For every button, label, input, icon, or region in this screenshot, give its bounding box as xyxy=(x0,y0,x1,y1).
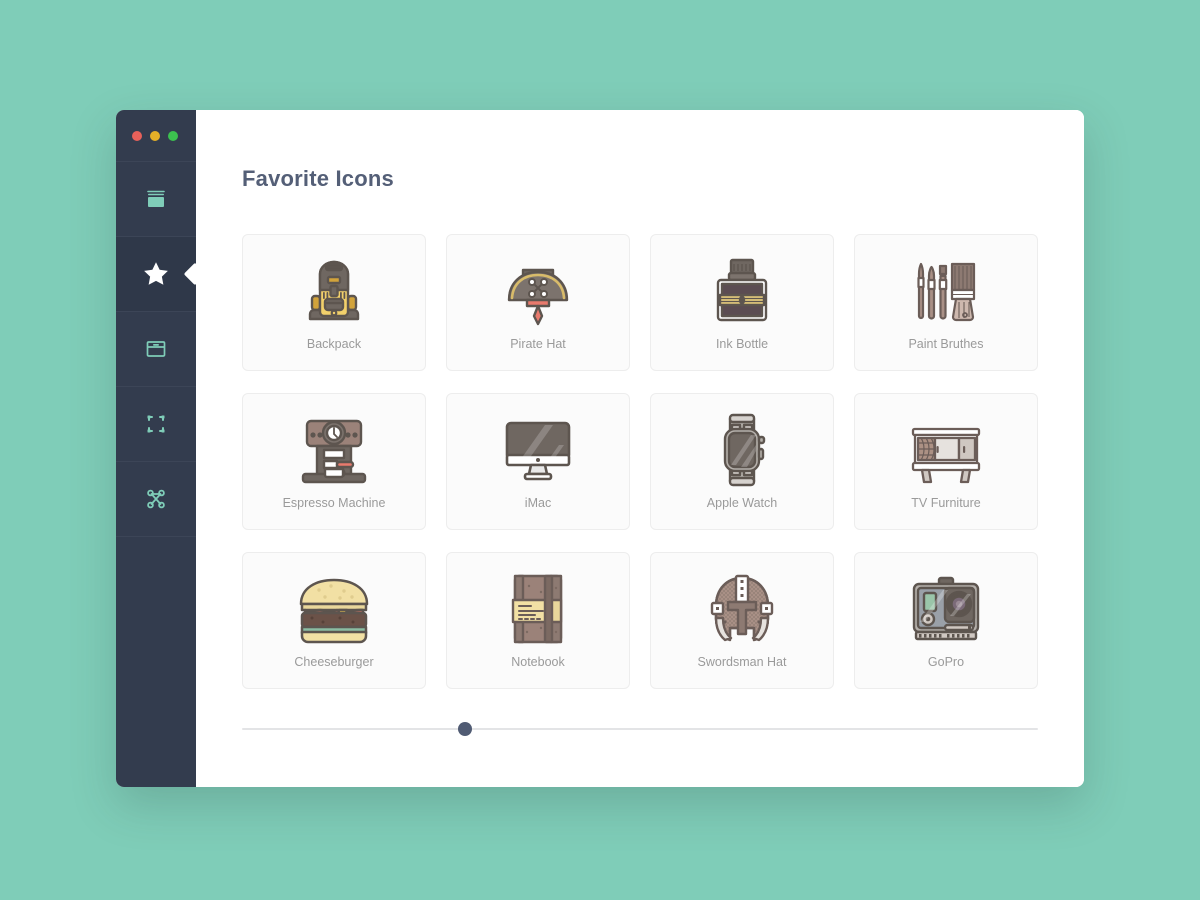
icon-card-gopro[interactable]: GoPro xyxy=(854,552,1038,689)
icon-card-label: Cheeseburger xyxy=(294,655,373,669)
icon-card-paint-brushes[interactable]: Paint Bruthes xyxy=(854,234,1038,371)
icon-card-cheeseburger[interactable]: Cheeseburger xyxy=(242,552,426,689)
library-icon xyxy=(143,186,169,212)
sidebar xyxy=(116,110,196,787)
icon-card-pirate-hat[interactable]: Pirate Hat xyxy=(446,234,630,371)
icon-card-swordsman-hat[interactable]: Swordsman Hat xyxy=(650,552,834,689)
sidebar-item-nodes[interactable] xyxy=(116,462,196,537)
sidebar-item-archive[interactable] xyxy=(116,312,196,387)
icon-card-label: Espresso Machine xyxy=(283,496,386,510)
icon-card-ink-bottle[interactable]: Ink Bottle xyxy=(650,234,834,371)
icon-card-label: Paint Bruthes xyxy=(908,337,983,351)
tv-furniture-icon xyxy=(855,404,1037,496)
icon-card-label: iMac xyxy=(525,496,551,510)
app-window: Favorite Icons xyxy=(116,110,1084,787)
icon-card-label: Backpack xyxy=(307,337,361,351)
close-button[interactable] xyxy=(132,131,142,141)
ink-bottle-icon xyxy=(651,245,833,337)
icon-card-label: Pirate Hat xyxy=(510,337,566,351)
icon-card-label: Apple Watch xyxy=(707,496,777,510)
swordsman-hat-icon xyxy=(651,563,833,655)
pirate-hat-icon xyxy=(447,245,629,337)
icon-card-label: TV Furniture xyxy=(911,496,980,510)
archive-icon xyxy=(142,335,170,363)
icon-card-label: Notebook xyxy=(511,655,565,669)
star-icon xyxy=(141,259,171,289)
pagination-slider[interactable] xyxy=(242,719,1038,739)
maximize-button[interactable] xyxy=(168,131,178,141)
nodes-icon xyxy=(142,485,170,513)
slider-track[interactable] xyxy=(242,728,1038,730)
gopro-icon xyxy=(855,563,1037,655)
paint-brushes-icon xyxy=(855,245,1037,337)
icon-card-label: Ink Bottle xyxy=(716,337,768,351)
icon-card-tv-furniture[interactable]: TV Furniture xyxy=(854,393,1038,530)
icon-card-imac[interactable]: iMac xyxy=(446,393,630,530)
icon-card-apple-watch[interactable]: Apple Watch xyxy=(650,393,834,530)
sidebar-item-selection[interactable] xyxy=(116,387,196,462)
backpack-icon xyxy=(243,245,425,337)
icon-card-espresso-machine[interactable]: Espresso Machine xyxy=(242,393,426,530)
icon-card-label: GoPro xyxy=(928,655,964,669)
apple-watch-icon xyxy=(651,404,833,496)
notebook-icon xyxy=(447,563,629,655)
page-title: Favorite Icons xyxy=(242,166,1038,192)
sidebar-item-favorites[interactable] xyxy=(116,237,196,312)
icon-card-notebook[interactable]: Notebook xyxy=(446,552,630,689)
icon-grid: Backpack xyxy=(242,234,1038,689)
selection-icon xyxy=(142,410,170,438)
minimize-button[interactable] xyxy=(150,131,160,141)
icon-card-backpack[interactable]: Backpack xyxy=(242,234,426,371)
content-area: Favorite Icons xyxy=(196,110,1084,787)
icon-card-label: Swordsman Hat xyxy=(698,655,787,669)
sidebar-item-library[interactable] xyxy=(116,162,196,237)
slider-handle[interactable] xyxy=(458,722,472,736)
window-titlebar xyxy=(116,110,196,162)
espresso-machine-icon xyxy=(243,404,425,496)
imac-icon xyxy=(447,404,629,496)
cheeseburger-icon xyxy=(243,563,425,655)
